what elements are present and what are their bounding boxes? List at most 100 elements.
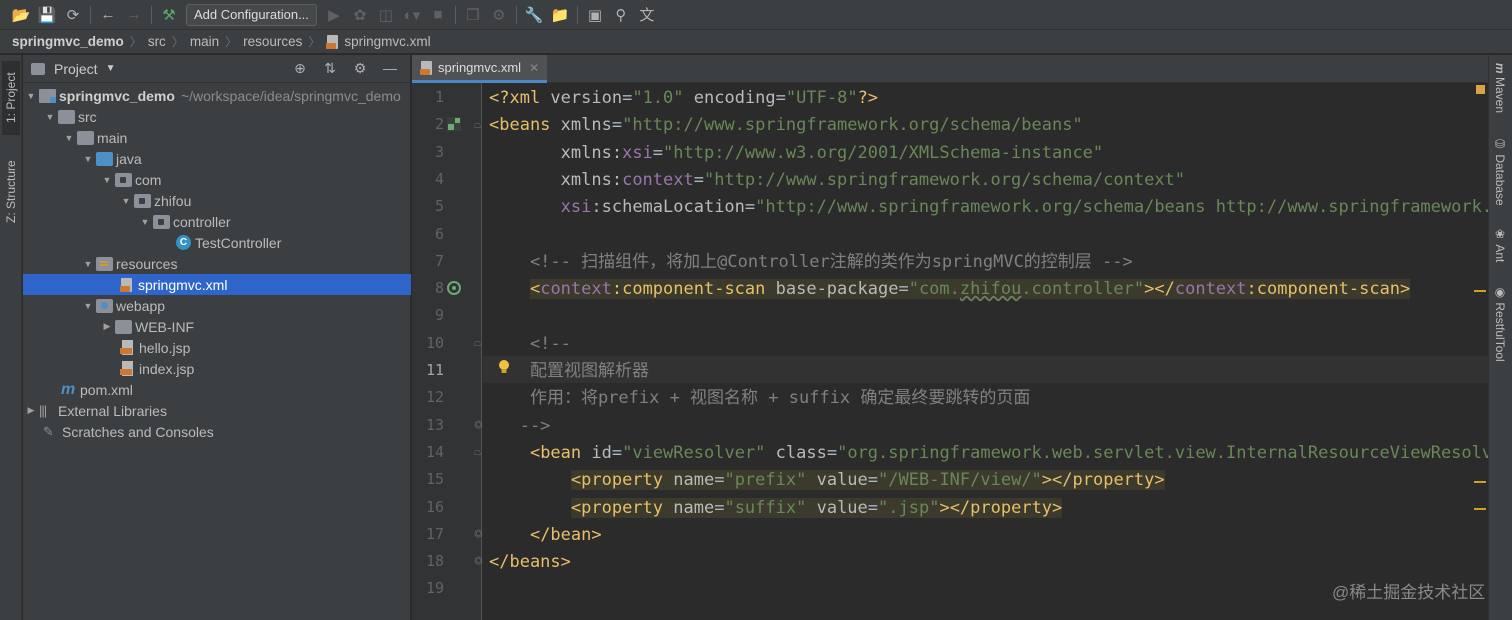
code-token: "http://www.springframework.org/schema/c… <box>703 169 1186 190</box>
fold-marker-icon[interactable]: ⏢ <box>474 447 482 458</box>
expand-arrow-icon[interactable]: ▼ <box>80 154 96 164</box>
tree-item-src[interactable]: ▼ src <box>23 106 411 127</box>
back-arrow-icon[interactable]: ← <box>95 4 121 26</box>
tab-database-tool[interactable]: ⛁ Database <box>1493 137 1507 206</box>
code-line[interactable]: xmlns:context="http://www.springframewor… <box>489 167 1185 194</box>
tab-restfultool[interactable]: ◉ RestfulTool <box>1493 285 1507 362</box>
breadcrumb-resources[interactable]: resources <box>243 34 302 49</box>
build-hammer-icon[interactable]: ⚒ <box>156 4 182 26</box>
code-editor[interactable]: 1 2 3 4 5 6 7 8 9 10 11 12 13 14 15 16 17 18 19 ⏢ ⏢ ⏣ ⏢ ⏣ … <box>412 83 1488 620</box>
tree-item-com[interactable]: ▼ com <box>23 169 411 190</box>
expand-arrow-icon[interactable]: ▼ <box>23 91 39 101</box>
code-token: "com. <box>908 279 960 300</box>
bean-gutter-icon[interactable] <box>446 116 462 132</box>
code-line[interactable]: <!-- 扫描组件，将加上@Controller注解的类作为springMVC的… <box>489 249 1133 276</box>
collapsed-arrow-icon[interactable]: ▶ <box>99 321 115 332</box>
scrollbar-marker[interactable] <box>1474 508 1486 510</box>
code-line[interactable]: </beans> <box>489 549 571 576</box>
inspection-status-icon[interactable] <box>1476 85 1485 94</box>
expand-arrow-icon[interactable]: ▼ <box>137 217 153 227</box>
tree-item-hello-jsp[interactable]: hello.jsp <box>23 337 411 358</box>
breadcrumb-main[interactable]: main <box>190 34 219 49</box>
tree-item-index-jsp[interactable]: index.jsp <box>23 358 411 379</box>
forward-arrow-icon[interactable]: → <box>121 4 147 26</box>
project-panel-title[interactable]: Project <box>54 61 98 77</box>
sync-icon[interactable]: ⟳ <box>60 4 86 26</box>
terminal-icon[interactable]: ▣ <box>582 4 608 26</box>
code-line[interactable]: <property name="prefix" value="/WEB-INF/… <box>489 467 1165 494</box>
tree-item-pom-xml[interactable]: m pom.xml <box>23 379 411 400</box>
tree-item-main[interactable]: ▼ main <box>23 127 411 148</box>
code-line[interactable]: </bean> <box>489 522 602 549</box>
project-structure-icon[interactable]: 📁 <box>547 4 573 26</box>
breadcrumb-project[interactable]: springmvc_demo <box>12 34 124 49</box>
tab-structure-tool[interactable]: Z: Structure <box>2 151 20 233</box>
save-icon[interactable]: 💾 <box>34 4 60 26</box>
code-line[interactable]: <beans xmlns="http://www.springframework… <box>489 112 1083 139</box>
code-line[interactable]: <!-- <box>489 331 571 358</box>
profile-icon[interactable]: ◐▾ <box>399 4 425 26</box>
code-line[interactable]: 配置视图解析器 <box>489 358 649 385</box>
expand-arrow-icon[interactable]: ▼ <box>118 196 134 206</box>
tree-item-controller[interactable]: ▼ controller <box>23 211 411 232</box>
code-line[interactable]: xmlns:xsi="http://www.w3.org/2001/XMLSch… <box>489 140 1104 167</box>
tree-item-zhifou[interactable]: ▼ zhifou <box>23 190 411 211</box>
fold-marker-icon[interactable]: ⏣ <box>474 529 483 540</box>
tab-maven-tool[interactable]: m Maven <box>1493 63 1507 113</box>
expand-arrow-icon[interactable]: ▼ <box>61 133 77 143</box>
fold-marker-icon[interactable]: ⏣ <box>474 420 483 431</box>
tree-item-external-libraries[interactable]: ▶ ||| External Libraries <box>23 400 411 421</box>
locate-icon[interactable]: ⊕ <box>286 60 314 77</box>
attach-debugger-icon[interactable]: ❐ <box>460 4 486 26</box>
chevron-down-icon[interactable]: ▼ <box>106 63 116 74</box>
code-token: = <box>898 279 909 300</box>
run-configuration-button[interactable]: Add Configuration... <box>186 3 317 26</box>
collapse-all-icon[interactable]: ⇅ <box>316 60 344 77</box>
fold-marker-icon[interactable]: ⏣ <box>474 556 483 567</box>
code-line[interactable]: <property name="suffix" value=".jsp"></p… <box>489 495 1063 522</box>
expand-arrow-icon[interactable]: ▼ <box>80 301 96 311</box>
open-folder-icon[interactable]: 📂 <box>8 4 34 26</box>
scrollbar-marker[interactable] <box>1474 290 1486 292</box>
tab-project-tool[interactable]: 1: Project <box>2 61 20 135</box>
tree-item-resources[interactable]: ▼ resources <box>23 253 411 274</box>
code-line[interactable]: <context:component-scan base-package="co… <box>489 276 1411 303</box>
tree-item-testcontroller[interactable]: C TestController <box>23 232 411 253</box>
search-icon[interactable]: ⚲ <box>608 4 634 26</box>
tree-item-label: index.jsp <box>139 360 195 377</box>
code-line[interactable]: 作用：将prefix + 视图名称 + suffix 确定最终要跳转的页面 <box>489 385 1030 412</box>
spring-scan-gutter-icon[interactable] <box>446 280 462 296</box>
tree-item-web-inf[interactable]: ▶ WEB-INF <box>23 316 411 337</box>
expand-arrow-icon[interactable]: ▼ <box>42 112 58 122</box>
code-line[interactable]: <bean id="viewResolver" class="org.sprin… <box>489 440 1488 467</box>
expand-arrow-icon[interactable]: ▼ <box>80 259 96 269</box>
breadcrumb-src[interactable]: src <box>148 34 166 49</box>
fold-marker-icon[interactable]: ⏢ <box>474 120 482 131</box>
tab-springmvc-xml[interactable]: springmvc.xml ✕ <box>412 55 548 83</box>
translate-icon[interactable]: 文 <box>634 4 660 26</box>
expand-arrow-icon[interactable]: ▼ <box>99 175 115 185</box>
tree-item-project-root[interactable]: ▼ springmvc_demo ~/workspace/idea/spring… <box>23 85 411 106</box>
close-icon[interactable]: ✕ <box>529 61 539 75</box>
gear-icon[interactable]: ⚙ <box>346 60 374 77</box>
collapsed-arrow-icon[interactable]: ▶ <box>23 405 39 416</box>
code-line[interactable]: <?xml version="1.0" encoding="UTF-8"?> <box>489 85 878 112</box>
code-line[interactable]: --> <box>489 413 551 440</box>
coverage-icon[interactable]: ◫ <box>373 4 399 26</box>
code-line[interactable]: xsi:schemaLocation="http://www.springfra… <box>489 194 1488 221</box>
wrench-icon[interactable]: 🔧 <box>521 4 547 26</box>
scrollbar-marker[interactable] <box>1474 481 1486 483</box>
tree-item-java[interactable]: ▼ java <box>23 148 411 169</box>
hide-icon[interactable]: — <box>376 60 404 77</box>
stop-icon[interactable]: ■ <box>425 4 451 26</box>
tab-ant-tool[interactable]: ❀ Ant <box>1493 227 1507 262</box>
fold-marker-icon[interactable]: ⏢ <box>474 338 482 349</box>
code-token: xmlns <box>560 115 612 136</box>
tree-item-springmvc-xml[interactable]: springmvc.xml <box>23 274 411 295</box>
settings-bug-icon[interactable]: ⚙ <box>486 4 512 26</box>
tree-item-scratches[interactable]: ✎ Scratches and Consoles <box>23 421 411 442</box>
run-icon[interactable]: ▶ <box>321 4 347 26</box>
breadcrumb-file[interactable]: springmvc.xml <box>326 34 431 49</box>
debug-icon[interactable]: ✿ <box>347 4 373 26</box>
tree-item-webapp[interactable]: ▼ webapp <box>23 295 411 316</box>
